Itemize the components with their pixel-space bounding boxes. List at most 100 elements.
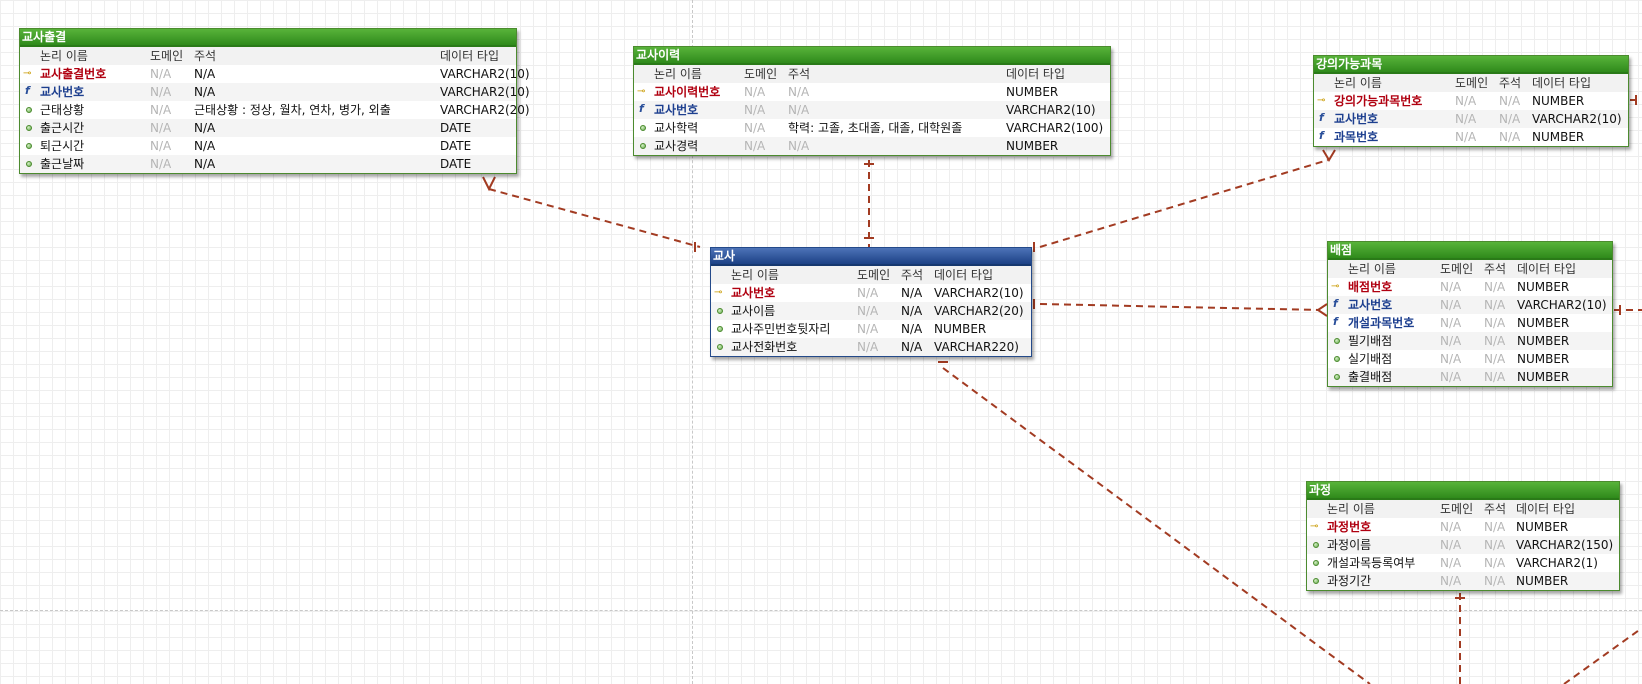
entity-teacher[interactable]: 교사 논리 이름 도메인 주석 데이터 타입 ⊸ 교사번호 N/A N/A VARCHA… [710,247,1032,357]
primary-key-icon: ⊸ [714,289,722,297]
attribute-type: NUMBER [1516,520,1569,534]
attribute-comment: N/A [901,322,923,336]
header-domain: 도메인 [150,49,184,63]
attribute-icon [1334,374,1340,380]
header-comment: 주석 [901,268,924,282]
entity-row[interactable]: 과정이름 N/A N/A VARCHAR2(150) [1307,536,1619,554]
foreign-key-icon: ƒ [639,104,644,112]
entity-row[interactable]: ⊸ 배점번호 N/A N/A NUMBER [1328,278,1612,296]
entity-row[interactable]: 출근시간 N/A N/A DATE [20,119,516,137]
attribute-type: VARCHAR2(10) [440,67,530,81]
attribute-icon [1313,542,1319,548]
attribute-type: VARCHAR220) [934,340,1019,354]
attribute-icon [717,326,723,332]
attribute-domain: N/A [857,340,879,354]
attribute-domain: N/A [150,67,172,81]
entity-title: 교사이력 [634,47,1110,65]
entity-column-header: 논리 이름 도메인 주석 데이터 타입 [711,266,1031,284]
attribute-icon [640,143,646,149]
foreign-key-icon: ƒ [1319,113,1324,121]
attribute-name: 개설과목번호 [1348,316,1415,330]
entity-row[interactable]: ⊸ 강의가능과목번호 N/A N/A NUMBER [1314,92,1628,110]
attribute-comment: N/A [1499,112,1521,126]
entity-row[interactable]: 근태상황 N/A 근태상황 : 정상, 월차, 연차, 병가, 외출 VARCHAR2… [20,101,530,119]
entity-row[interactable]: ⊸ 교사이력번호 N/A N/A NUMBER [634,83,1110,101]
entity-row[interactable]: ƒ 개설과목번호 N/A N/A NUMBER [1328,314,1612,332]
entity-row[interactable]: 실기배점 N/A N/A NUMBER [1328,350,1612,368]
entity-column-header: 논리 이름 도메인 주석 데이터 타입 [634,65,1110,83]
attribute-type: VARCHAR2(10) [1517,298,1607,312]
entity-row[interactable]: ƒ 교사번호 N/A N/A VARCHAR2(10) [634,101,1110,119]
attribute-comment: N/A [1484,574,1506,588]
entity-row[interactable]: 교사이름 N/A N/A VARCHAR2(20) [711,302,1031,320]
entity-title: 배점 [1328,242,1612,260]
attribute-name: 과정번호 [1327,520,1372,534]
entity-row[interactable]: ƒ 교사번호 N/A N/A VARCHAR2(10) [1314,110,1628,128]
attribute-domain: N/A [1440,298,1462,312]
entity-row[interactable]: ƒ 교사번호 N/A N/A VARCHAR2(10) [20,83,530,101]
primary-key-icon: ⊸ [1310,523,1318,531]
entity-available-subjects[interactable]: 강의가능과목 논리 이름 도메인 주석 데이터 타입 ⊸ 강의가능과목번호 N/A N… [1313,55,1629,147]
attribute-domain: N/A [744,139,766,153]
attribute-name: 교사이름 [731,304,776,318]
attribute-domain: N/A [1440,574,1462,588]
attribute-type: NUMBER [1517,352,1570,366]
attribute-comment: N/A [788,85,810,99]
entity-row[interactable]: 퇴근시간 N/A N/A DATE [20,137,516,155]
entity-row[interactable]: ⊸ 교사번호 N/A N/A VARCHAR2(10) [711,284,1031,302]
attribute-name: 개설과목등록여부 [1327,556,1416,570]
entity-row[interactable]: 교사전화번호 N/A N/A VARCHAR220) [711,338,1031,356]
header-domain: 도메인 [1440,502,1474,516]
attribute-comment: N/A [1484,352,1506,366]
attribute-type: VARCHAR2(10) [934,286,1024,300]
attribute-name: 강의가능과목번호 [1334,94,1423,108]
entity-teacher-history[interactable]: 교사이력 논리 이름 도메인 주석 데이터 타입 ⊸ 교사이력번호 N/A N/A NU… [633,46,1111,156]
attribute-name: 출근날짜 [40,157,85,171]
entity-row[interactable]: 과정기간 N/A N/A NUMBER [1307,572,1619,590]
entity-row[interactable]: 교사경력 N/A N/A NUMBER [634,137,1110,155]
entity-row[interactable]: 교사학력 N/A 학력: 고졸, 초대졸, 대졸, 대학원졸 VARCHAR2(100… [634,119,1110,137]
attribute-name: 교사번호 [731,286,776,300]
entity-column-header: 논리 이름 도메인 주석 데이터 타입 [20,47,516,65]
attribute-type: NUMBER [1517,280,1570,294]
attribute-domain: N/A [1440,280,1462,294]
attribute-comment: N/A [1484,280,1506,294]
attribute-domain: N/A [1440,334,1462,348]
attribute-name: 교사번호 [40,85,85,99]
entity-row[interactable]: ƒ 교사번호 N/A N/A VARCHAR2(10) [1328,296,1612,314]
header-name: 논리 이름 [1327,502,1375,516]
header-name: 논리 이름 [731,268,779,282]
entity-title: 과정 [1307,482,1619,500]
entity-row[interactable]: 필기배점 N/A N/A NUMBER [1328,332,1612,350]
attribute-comment: N/A [194,85,216,99]
attribute-domain: N/A [744,85,766,99]
header-name: 논리 이름 [40,49,88,63]
attribute-name: 퇴근시간 [40,139,85,153]
attribute-icon [1313,560,1319,566]
entity-row[interactable]: ⊸ 과정번호 N/A N/A NUMBER [1307,518,1619,536]
header-type: 데이터 타입 [934,268,994,282]
entity-row[interactable]: 출결배점 N/A N/A NUMBER [1328,368,1612,386]
attribute-name: 교사경력 [654,139,699,153]
header-type: 데이터 타입 [440,49,500,63]
attribute-domain: N/A [150,157,172,171]
entity-score-allocation[interactable]: 배점 논리 이름 도메인 주석 데이터 타입 ⊸ 배점번호 N/A N/A NUMBER… [1327,241,1613,387]
foreign-key-icon: ƒ [1333,299,1338,307]
primary-key-icon: ⊸ [637,88,645,96]
entity-column-header: 논리 이름 도메인 주석 데이터 타입 [1314,74,1628,92]
header-type: 데이터 타입 [1516,502,1576,516]
entity-row[interactable]: ƒ 과목번호 N/A N/A NUMBER [1314,128,1628,146]
header-comment: 주석 [194,49,217,63]
attribute-type: VARCHAR2(20) [934,304,1024,318]
attribute-comment: N/A [1484,556,1506,570]
entity-row[interactable]: 개설과목등록여부 N/A N/A VARCHAR2(1) [1307,554,1619,572]
header-domain: 도메인 [1455,76,1489,90]
many-marker-icon [1316,303,1328,317]
attribute-type: NUMBER [1532,130,1585,144]
entity-row[interactable]: ⊸ 교사출결번호 N/A N/A VARCHAR2(10) [20,65,530,83]
entity-row[interactable]: 교사주민번호뒷자리 N/A N/A NUMBER [711,320,1031,338]
attribute-comment: N/A [194,67,216,81]
entity-row[interactable]: 출근날짜 N/A N/A DATE [20,155,516,173]
entity-teacher-attendance[interactable]: 교사출결 논리 이름 도메인 주석 데이터 타입 ⊸ 교사출결번호 N/A N/A VA… [19,28,530,174]
entity-course[interactable]: 과정 논리 이름 도메인 주석 데이터 타입 ⊸ 과정번호 N/A N/A NUMBER… [1306,481,1620,591]
